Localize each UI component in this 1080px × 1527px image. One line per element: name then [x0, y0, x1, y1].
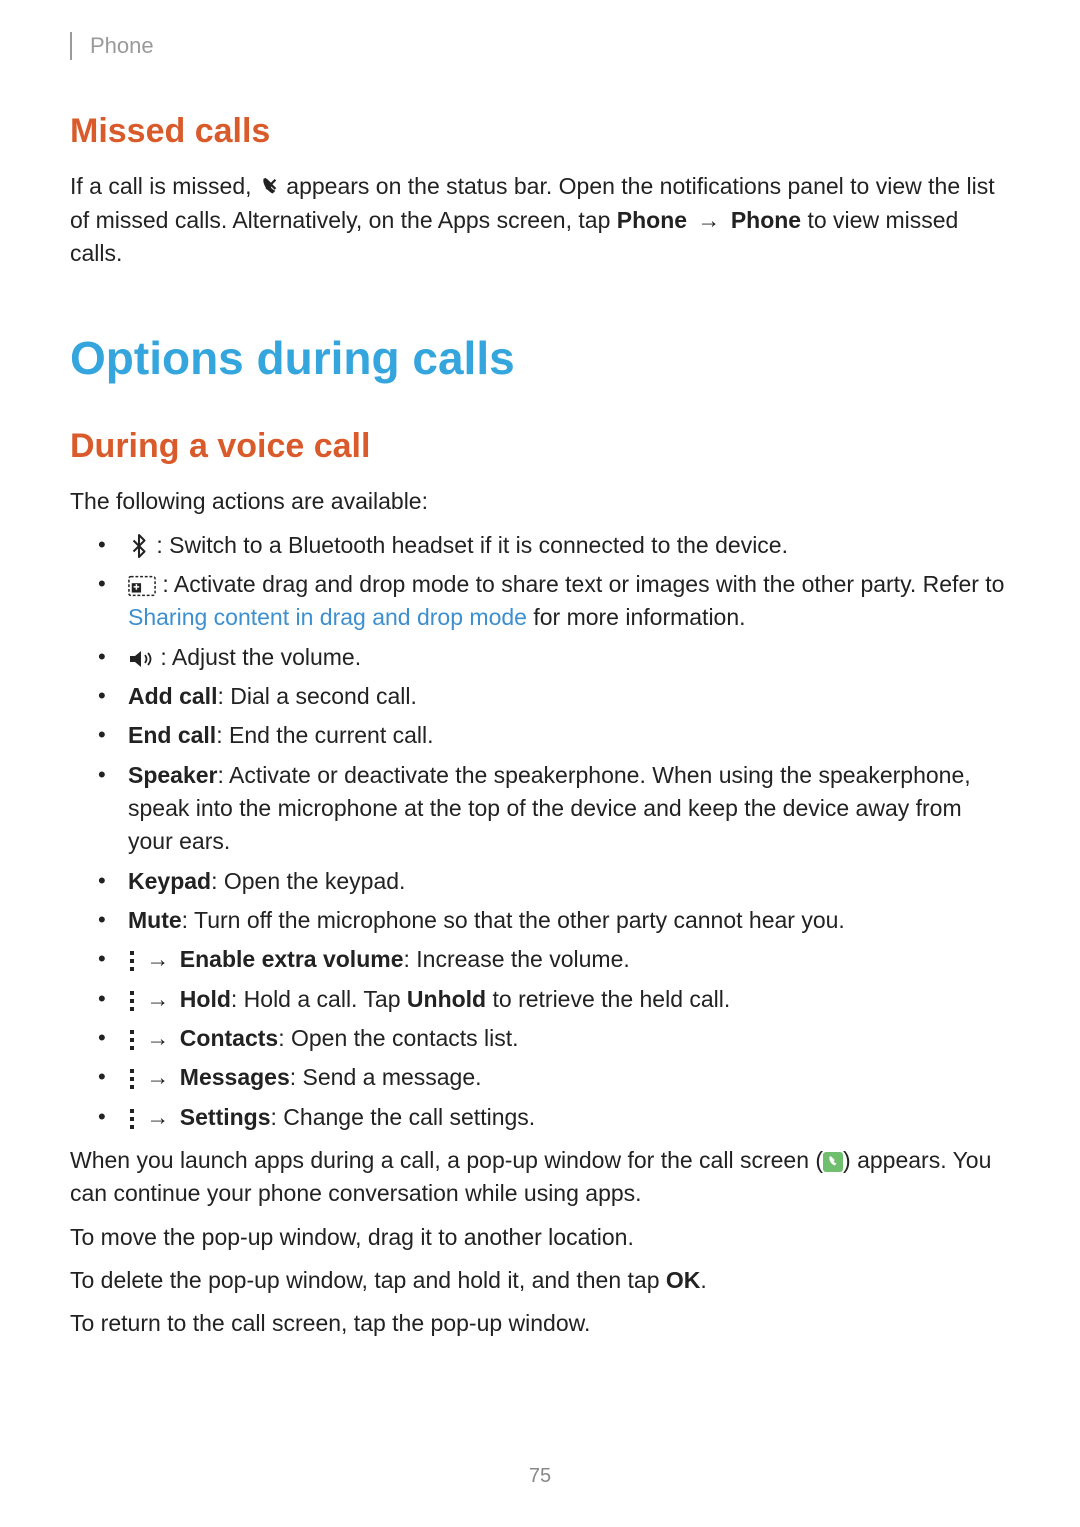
list-item: Keypad: Open the keypad. — [98, 865, 1010, 898]
drag-drop-icon — [128, 575, 156, 597]
bold-text: Phone — [617, 207, 687, 233]
bold-text: Settings — [180, 1104, 271, 1130]
arrow-icon: → — [146, 1025, 169, 1051]
text: : Activate drag and drop mode to share t… — [162, 571, 1004, 597]
options-list: : Switch to a Bluetooth headset if it is… — [70, 529, 1010, 1135]
section-title-missed-calls: Missed calls — [70, 107, 1010, 156]
bold-text: Enable extra volume — [180, 946, 404, 972]
breadcrumb-label: Phone — [90, 30, 154, 62]
section-title-during-voice-call: During a voice call — [70, 422, 1010, 471]
bluetooth-icon — [128, 533, 150, 559]
text: : Dial a second call. — [217, 683, 416, 709]
bold-text: Phone — [731, 207, 801, 233]
text: To delete the pop-up window, tap and hol… — [70, 1267, 666, 1293]
list-item: → Hold: Hold a call. Tap Unhold to retri… — [98, 983, 1010, 1016]
return-popup-paragraph: To return to the call screen, tap the po… — [70, 1307, 1010, 1340]
arrow-icon: → — [146, 946, 169, 972]
arrow-icon: → — [146, 1104, 169, 1130]
move-popup-paragraph: To move the pop-up window, drag it to an… — [70, 1221, 1010, 1254]
delete-popup-paragraph: To delete the pop-up window, tap and hol… — [70, 1264, 1010, 1297]
text: . — [700, 1267, 706, 1293]
text: : Open the contacts list. — [278, 1025, 518, 1051]
arrow-icon: → — [146, 986, 169, 1012]
bold-text: Unhold — [407, 986, 486, 1012]
breadcrumb: Phone — [70, 30, 1010, 62]
text: : Turn off the microphone so that the ot… — [182, 907, 845, 933]
arrow-icon: → — [146, 1064, 169, 1090]
bold-text: Messages — [180, 1064, 290, 1090]
more-options-icon — [128, 950, 136, 972]
more-options-icon — [128, 990, 136, 1012]
text: to retrieve the held call. — [486, 986, 730, 1012]
breadcrumb-divider — [70, 32, 72, 60]
text: : Send a message. — [290, 1064, 482, 1090]
page-title: Options during calls — [70, 325, 1010, 392]
list-item: Mute: Turn off the microphone so that th… — [98, 904, 1010, 937]
list-item: : Activate drag and drop mode to share t… — [98, 568, 1010, 635]
popup-paragraph: When you launch apps during a call, a po… — [70, 1144, 1010, 1211]
bold-text: Speaker — [128, 762, 218, 788]
list-item: Speaker: Activate or deactivate the spea… — [98, 759, 1010, 859]
bold-text: OK — [666, 1267, 701, 1293]
text: : Hold a call. Tap — [231, 986, 407, 1012]
missed-calls-paragraph: If a call is missed, appears on the stat… — [70, 170, 1010, 270]
bold-text: Contacts — [180, 1025, 278, 1051]
text: : Increase the volume. — [403, 946, 629, 972]
list-item: → Contacts: Open the contacts list. — [98, 1022, 1010, 1055]
list-item: : Adjust the volume. — [98, 641, 1010, 674]
list-item: : Switch to a Bluetooth headset if it is… — [98, 529, 1010, 562]
text: for more information. — [533, 604, 745, 630]
text: If a call is missed, — [70, 173, 258, 199]
sharing-content-link[interactable]: Sharing content in drag and drop mode — [128, 604, 527, 630]
list-item: Add call: Dial a second call. — [98, 680, 1010, 713]
text: : Switch to a Bluetooth headset if it is… — [156, 532, 788, 558]
bold-text: Keypad — [128, 868, 211, 894]
bold-text: Mute — [128, 907, 182, 933]
text: : Open the keypad. — [211, 868, 405, 894]
list-item: → Messages: Send a message. — [98, 1061, 1010, 1094]
more-options-icon — [128, 1068, 136, 1090]
text: When you launch apps during a call, a po… — [70, 1147, 823, 1173]
intro-text: The following actions are available: — [70, 485, 1010, 518]
volume-icon — [128, 649, 154, 669]
list-item: End call: End the current call. — [98, 719, 1010, 752]
text: : Change the call settings. — [271, 1104, 536, 1130]
more-options-icon — [128, 1029, 136, 1051]
bold-text: Hold — [180, 986, 231, 1012]
bold-text: Add call — [128, 683, 217, 709]
text: : End the current call. — [216, 722, 433, 748]
call-popup-icon — [823, 1152, 843, 1172]
missed-call-icon — [258, 177, 280, 199]
list-item: → Enable extra volume: Increase the volu… — [98, 943, 1010, 976]
text: : Activate or deactivate the speakerphon… — [128, 762, 971, 855]
text: : Adjust the volume. — [160, 644, 361, 670]
more-options-icon — [128, 1108, 136, 1130]
page-number: 75 — [0, 1462, 1080, 1491]
list-item: → Settings: Change the call settings. — [98, 1101, 1010, 1134]
bold-text: End call — [128, 722, 216, 748]
arrow-icon: → — [697, 207, 720, 233]
